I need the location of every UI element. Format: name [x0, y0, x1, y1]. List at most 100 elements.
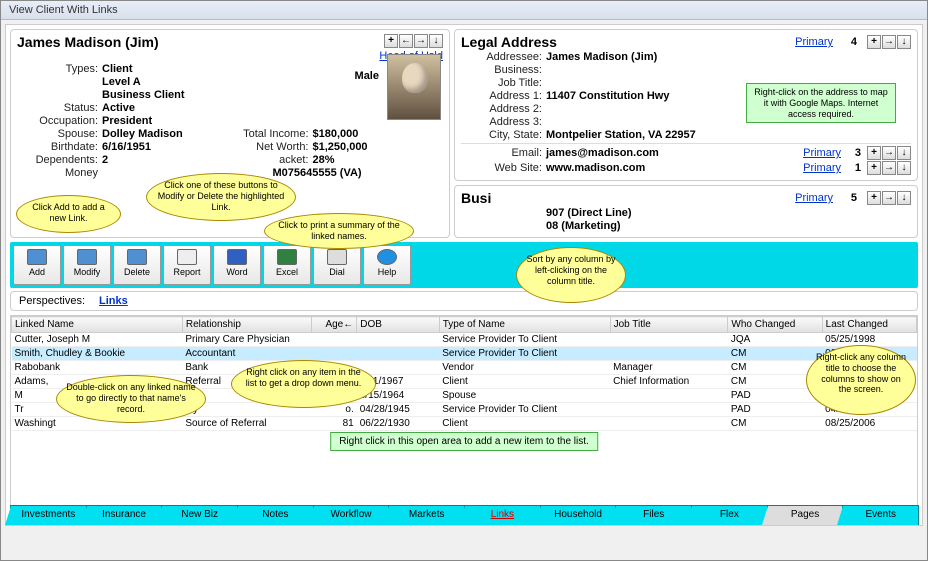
nav-next[interactable]: → — [414, 34, 428, 48]
tab-files[interactable]: Files — [615, 505, 692, 525]
business-primary-link[interactable]: Primary — [795, 192, 833, 204]
contact-primary-link[interactable]: Primary — [799, 147, 841, 159]
col-header[interactable]: Last Changed — [822, 317, 916, 333]
biz-nav-next[interactable]: → — [882, 191, 896, 205]
tab-links[interactable]: Links — [464, 505, 541, 525]
biz-nav-add[interactable]: + — [867, 191, 881, 205]
dep-value: 2 — [102, 154, 233, 166]
dial-button[interactable]: Dial — [313, 245, 361, 285]
callout-right: Right click on any item in the list to g… — [231, 360, 376, 408]
dial-icon — [327, 249, 347, 265]
contact-count: 3 — [841, 147, 861, 159]
money-label: Money — [17, 167, 102, 179]
col-header[interactable]: DOB — [357, 317, 439, 333]
add-button[interactable]: Add — [13, 245, 61, 285]
status-label: Status: — [17, 102, 102, 114]
addr-nav-next[interactable]: → — [882, 35, 896, 49]
income-label: Total Income: — [233, 128, 313, 140]
nav-group-client: + ← → ↓ — [384, 34, 443, 50]
tab-workflow[interactable]: Workflow — [313, 505, 390, 525]
spouse-label: Spouse: — [17, 128, 102, 140]
birth-value: 6/16/1951 — [102, 141, 233, 153]
callout-print: Click to print a summary of the linked n… — [264, 213, 414, 249]
tab-investments[interactable]: Investments — [10, 505, 87, 525]
contact-value: www.madison.com — [546, 162, 799, 174]
networth-label: Net Worth: — [233, 141, 313, 153]
delete-button[interactable]: Delete — [113, 245, 161, 285]
biz-line-2: 08 (Marketing) — [546, 220, 911, 232]
nav-prev[interactable]: ← — [399, 34, 413, 48]
tab-events[interactable]: Events — [842, 505, 919, 525]
callout-sort: Sort by any column by left-clicking on t… — [516, 247, 626, 303]
networth-value: $1,250,000 — [313, 141, 444, 153]
tab-flex[interactable]: Flex — [691, 505, 768, 525]
income-value: $180,000 — [313, 128, 444, 140]
gender-label: Male — [355, 70, 379, 82]
col-header[interactable]: Age← — [312, 317, 357, 333]
nav-add[interactable]: + — [384, 34, 398, 48]
client-name: James Madison (Jim) — [17, 34, 159, 50]
app-window: View Client With Links James Madison (Ji… — [0, 0, 928, 561]
table-row[interactable]: Cutter, Joseph MPrimary Care PhysicianSe… — [12, 333, 917, 347]
report-button[interactable]: Report — [163, 245, 211, 285]
contact-count: 1 — [841, 162, 861, 174]
contact-row: Email:james@madison.comPrimary3+→↓ — [461, 146, 911, 160]
address-heading: Legal Address — [461, 34, 795, 50]
perspectives-bar: Perspectives: Links — [10, 291, 918, 311]
word-button[interactable]: Word — [213, 245, 261, 285]
word-icon — [227, 249, 247, 265]
perspectives-links[interactable]: Links — [99, 295, 128, 307]
tab-insurance[interactable]: Insurance — [86, 505, 163, 525]
table-row[interactable]: RabobankBankVendorManagerCM09/25/2003 — [12, 361, 917, 375]
excel-button[interactable]: Excel — [263, 245, 311, 285]
biz-line-1: 907 (Direct Line) — [546, 207, 911, 219]
help-button[interactable]: Help — [363, 245, 411, 285]
col-header[interactable]: Job Title — [610, 317, 728, 333]
callout-cols: Right-click any column title to choose t… — [806, 345, 916, 415]
business-count: 5 — [843, 192, 857, 204]
addr-nav-add[interactable]: + — [867, 35, 881, 49]
right-column: Legal Address Primary 4 + → ↓ Addressee:… — [454, 25, 922, 242]
col-header[interactable]: Relationship — [182, 317, 312, 333]
tab-pages[interactable]: Pages — [767, 505, 844, 525]
address-primary-link[interactable]: Primary — [795, 36, 833, 48]
business-heading: Busi — [461, 190, 795, 206]
address-count: 4 — [843, 36, 857, 48]
dep-label: Dependents: — [17, 154, 102, 166]
add-icon — [27, 249, 47, 265]
contact-primary-link[interactable]: Primary — [799, 162, 841, 174]
spouse-value: Dolley Madison — [102, 128, 233, 140]
help-icon — [377, 249, 397, 265]
callout-dbl: Double-click on any linked name to go di… — [56, 375, 206, 423]
modify-button[interactable]: Modify — [63, 245, 111, 285]
delete-icon — [127, 249, 147, 265]
tab-new-biz[interactable]: New Biz — [161, 505, 238, 525]
modify-icon — [77, 249, 97, 265]
title-bar: View Client With Links — [1, 1, 927, 20]
contact-value: james@madison.com — [546, 147, 799, 159]
callout-addr: Right-click on the address to map it wit… — [746, 83, 896, 123]
table-row[interactable]: Smith, Chudley & BookieAccountantService… — [12, 347, 917, 361]
occupation-label: Occupation: — [17, 115, 102, 127]
perspectives-label: Perspectives: — [19, 295, 85, 307]
callout-add: Click Add to add a new Link. — [16, 195, 121, 233]
col-header[interactable]: Who Changed — [728, 317, 822, 333]
report-icon — [177, 249, 197, 265]
tab-markets[interactable]: Markets — [388, 505, 465, 525]
contact-row: Web Site:www.madison.comPrimary1+→↓ — [461, 161, 911, 175]
biz-nav-down[interactable]: ↓ — [897, 191, 911, 205]
bracket-label: acket: — [233, 154, 313, 166]
tab-household[interactable]: Household — [540, 505, 617, 525]
phone-partial: M075645555 (VA) — [273, 167, 444, 179]
client-portrait — [387, 54, 441, 120]
city-value: Montpelier Station, VA 22957 — [546, 129, 911, 141]
col-header[interactable]: Linked Name — [12, 317, 183, 333]
col-header[interactable]: Type of Name — [439, 317, 610, 333]
bracket-value: 28% — [313, 154, 444, 166]
birth-label: Birthdate: — [17, 141, 102, 153]
addressee-value: James Madison (Jim) — [546, 51, 911, 63]
tab-notes[interactable]: Notes — [237, 505, 314, 525]
addr-nav-down[interactable]: ↓ — [897, 35, 911, 49]
nav-down[interactable]: ↓ — [429, 34, 443, 48]
content-area: James Madison (Jim) + ← → ↓ Head of Hsld… — [5, 24, 923, 526]
